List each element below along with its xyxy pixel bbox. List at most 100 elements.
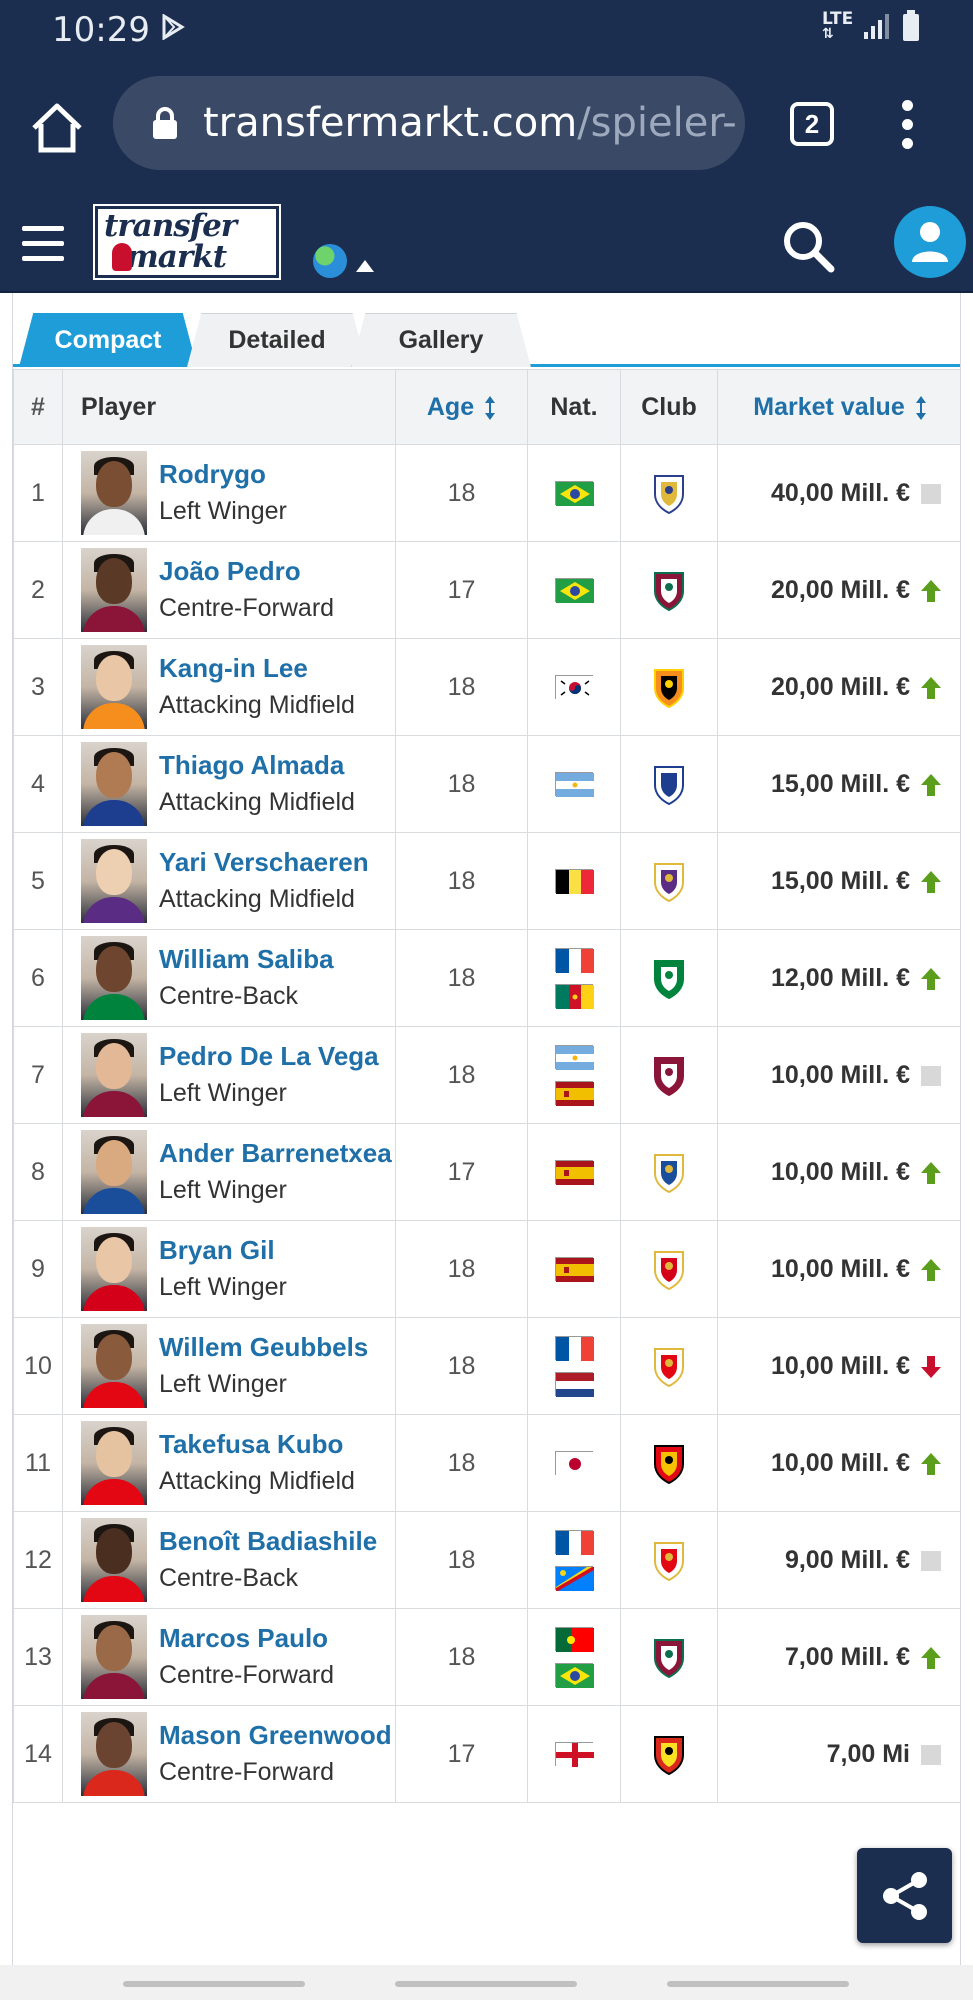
sevilla-crest-icon[interactable] xyxy=(651,1248,687,1291)
browser-menu-icon[interactable] xyxy=(896,100,918,154)
player-photo[interactable] xyxy=(81,742,147,826)
club-cell xyxy=(620,1123,718,1221)
tab-switcher-button[interactable]: 2 xyxy=(790,102,834,146)
nav-recents[interactable] xyxy=(123,1981,305,1987)
player-photo[interactable] xyxy=(81,548,147,632)
nationality-cell xyxy=(527,541,621,639)
market-value-cell: 12,00 Mill. € xyxy=(717,929,960,1027)
player-name-link[interactable]: William Saliba xyxy=(159,941,334,978)
player-cell: Bryan Gil Left Winger xyxy=(62,1220,396,1318)
user-account-button[interactable] xyxy=(894,206,966,278)
player-name-link[interactable]: João Pedro xyxy=(159,553,334,590)
anderlecht-crest-icon[interactable] xyxy=(651,860,687,903)
real-madrid-crest-icon[interactable] xyxy=(651,472,687,515)
sort-icon[interactable] xyxy=(915,395,927,421)
player-photo[interactable] xyxy=(81,1615,147,1699)
market-value-link[interactable]: 20,00 Mill. € xyxy=(771,576,910,604)
market-value-link[interactable]: 12,00 Mill. € xyxy=(771,964,910,992)
market-value-link[interactable]: 7,00 Mill. € xyxy=(785,1643,910,1671)
player-position: Left Winger xyxy=(159,1079,287,1107)
player-name-link[interactable]: Takefusa Kubo xyxy=(159,1426,355,1463)
player-photo[interactable] xyxy=(81,1227,147,1311)
market-value-link[interactable]: 40,00 Mill. € xyxy=(771,479,910,507)
market-value-cell: 10,00 Mill. € xyxy=(717,1317,960,1415)
player-name-link[interactable]: Willem Geubbels xyxy=(159,1329,368,1366)
column-header-market-value[interactable]: Market value xyxy=(717,369,960,445)
player-name-link[interactable]: Thiago Almada xyxy=(159,747,355,784)
globe-icon[interactable] xyxy=(313,244,347,278)
player-photo[interactable] xyxy=(81,1033,147,1117)
player-photo[interactable] xyxy=(81,1712,147,1796)
player-name-link[interactable]: Ander Barrenetxea xyxy=(159,1135,392,1172)
market-value-link[interactable]: 9,00 Mill. € xyxy=(785,1546,910,1574)
market-value-link[interactable]: 7,00 Mi xyxy=(827,1740,910,1768)
nationality-cell xyxy=(527,1511,621,1609)
hamburger-menu-icon[interactable] xyxy=(22,226,64,262)
table-row: 14 Mason Greenwood Centre-Forward 17 7,00 Mi xyxy=(13,1705,960,1803)
flag-netherlands-icon xyxy=(555,1372,594,1397)
player-age: 18 xyxy=(395,735,528,833)
share-button[interactable] xyxy=(857,1848,952,1943)
market-value-link[interactable]: 10,00 Mill. € xyxy=(771,1352,910,1380)
monaco-crest-icon[interactable] xyxy=(651,1345,687,1388)
player-position: Centre-Back xyxy=(159,982,298,1010)
address-bar[interactable]: transfermarkt.com/spieler-s xyxy=(113,76,745,170)
player-photo[interactable] xyxy=(81,839,147,923)
caret-up-icon[interactable] xyxy=(356,260,374,272)
player-name-link[interactable]: Marcos Paulo xyxy=(159,1620,334,1657)
search-icon[interactable] xyxy=(780,218,836,274)
player-cell: João Pedro Centre-Forward xyxy=(62,541,396,639)
tab-compact[interactable]: Compact xyxy=(19,313,197,367)
sort-icon[interactable] xyxy=(484,395,496,421)
market-value-link[interactable]: 10,00 Mill. € xyxy=(771,1449,910,1477)
market-value-link[interactable]: 20,00 Mill. € xyxy=(771,673,910,701)
mallorca-crest-icon[interactable] xyxy=(651,1442,687,1485)
market-value-link[interactable]: 15,00 Mill. € xyxy=(771,867,910,895)
player-photo[interactable] xyxy=(81,645,147,729)
market-value-link[interactable]: 15,00 Mill. € xyxy=(771,770,910,798)
real-sociedad-crest-icon[interactable] xyxy=(651,1151,687,1194)
saint-etienne-crest-icon[interactable] xyxy=(651,957,687,1000)
player-position: Attacking Midfield xyxy=(159,691,355,719)
player-name-link[interactable]: Rodrygo xyxy=(159,456,287,493)
nav-back[interactable] xyxy=(667,1981,849,1987)
player-name-link[interactable]: Kang-in Lee xyxy=(159,650,355,687)
tab-detailed[interactable]: Detailed xyxy=(187,313,367,367)
flag-france-icon xyxy=(555,1530,594,1555)
market-value-link[interactable]: 10,00 Mill. € xyxy=(771,1255,910,1283)
row-number: 2 xyxy=(13,541,63,639)
player-photo[interactable] xyxy=(81,1324,147,1408)
valencia-crest-icon[interactable] xyxy=(651,666,687,709)
table-header-row: # Player Age Nat. Club Market value xyxy=(13,369,960,445)
flag-brazil-icon xyxy=(555,481,594,506)
home-icon[interactable] xyxy=(28,100,86,158)
player-photo[interactable] xyxy=(81,936,147,1020)
lanus-crest-icon[interactable] xyxy=(651,1054,687,1097)
column-header-player: Player xyxy=(62,369,396,445)
url-host: transfermarkt.com xyxy=(203,100,578,146)
fluminense-crest-icon[interactable] xyxy=(651,569,687,612)
player-photo[interactable] xyxy=(81,1130,147,1214)
transfermarkt-logo[interactable]: transfer markt xyxy=(93,204,281,280)
tab-label: Gallery xyxy=(398,326,484,354)
tab-gallery[interactable]: Gallery xyxy=(351,313,531,367)
fluminense-crest-icon[interactable] xyxy=(651,1636,687,1679)
player-name-link[interactable]: Yari Verschaeren xyxy=(159,844,369,881)
market-value-link[interactable]: 10,00 Mill. € xyxy=(771,1158,910,1186)
player-name-link[interactable]: Mason Greenwood xyxy=(159,1717,392,1754)
flag-brazil-icon xyxy=(555,1663,594,1688)
monaco-crest-icon[interactable] xyxy=(651,1539,687,1582)
player-photo[interactable] xyxy=(81,451,147,535)
market-value-link[interactable]: 10,00 Mill. € xyxy=(771,1061,910,1089)
club-cell xyxy=(620,929,718,1027)
column-header-age[interactable]: Age xyxy=(395,369,528,445)
player-name-link[interactable]: Bryan Gil xyxy=(159,1232,287,1269)
player-name-link[interactable]: Benoît Badiashile xyxy=(159,1523,377,1560)
manchester-united-crest-icon[interactable] xyxy=(651,1733,687,1776)
player-photo[interactable] xyxy=(81,1518,147,1602)
velez-crest-icon[interactable] xyxy=(651,763,687,806)
player-photo[interactable] xyxy=(81,1421,147,1505)
row-number: 9 xyxy=(13,1220,63,1318)
player-name-link[interactable]: Pedro De La Vega xyxy=(159,1038,379,1075)
nav-home[interactable] xyxy=(395,1981,577,1987)
